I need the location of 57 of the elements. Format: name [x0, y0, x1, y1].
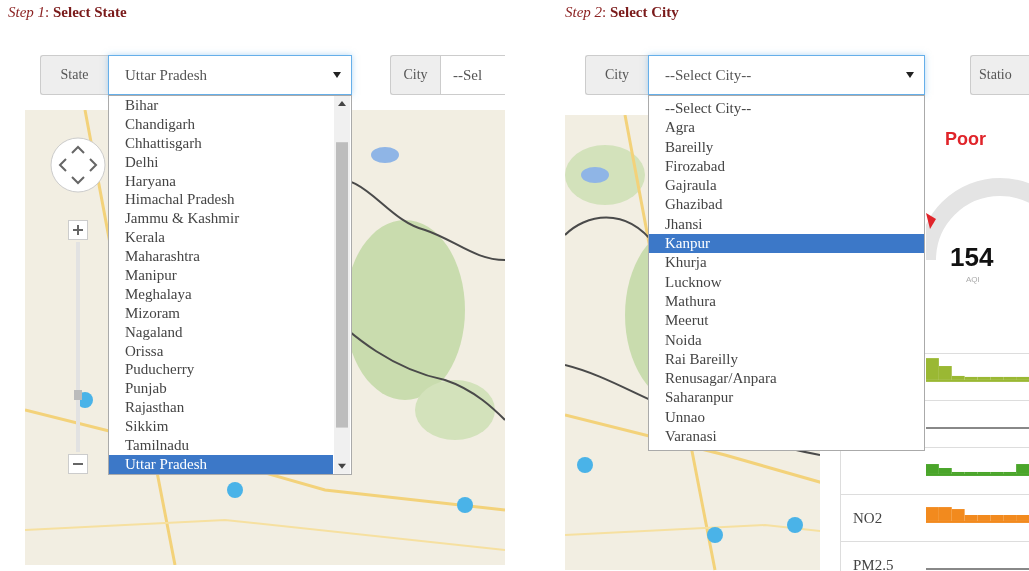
- dropdown-option[interactable]: Himachal Pradesh: [109, 190, 333, 210]
- dropdown-option[interactable]: Saharanpur: [649, 388, 924, 408]
- field-label: City: [390, 55, 440, 95]
- dropdown-option[interactable]: Rai Bareilly: [649, 349, 924, 370]
- pollutant-name: PM2.5: [853, 556, 894, 571]
- dropdown-option[interactable]: Unnao: [649, 407, 924, 428]
- dropdown-option[interactable]: Uttar Pradesh: [109, 454, 333, 474]
- caret-icon: [906, 72, 914, 78]
- dropdown-option[interactable]: Noida: [649, 330, 924, 350]
- dropdown-option[interactable]: Varanasi: [649, 427, 924, 447]
- zoom-in-icon[interactable]: [68, 220, 88, 240]
- dropdown-option[interactable]: Lucknow: [649, 272, 924, 292]
- dropdown-option[interactable]: Punjab: [109, 379, 333, 399]
- dropdown-option[interactable]: Delhi: [109, 152, 333, 172]
- dropdown-option[interactable]: Jhansi: [649, 214, 924, 235]
- dropdown-option[interactable]: Jammu & Kashmir: [109, 209, 333, 229]
- dropdown-option[interactable]: Kanpur: [649, 234, 924, 254]
- dropdown-option[interactable]: Ghazibad: [649, 195, 924, 215]
- dropdown-option[interactable]: Orissa: [109, 341, 333, 361]
- scrollbar[interactable]: [334, 96, 350, 474]
- aqi-value: 154: [950, 242, 994, 273]
- dropdown-option[interactable]: Khurja: [649, 253, 924, 273]
- dropdown-option[interactable]: Firozabad: [649, 156, 924, 177]
- dropdown-option[interactable]: Nagaland: [109, 322, 333, 342]
- dropdown-option[interactable]: Puducherry: [109, 360, 333, 380]
- dropdown-option[interactable]: Meghalaya: [109, 284, 333, 304]
- dropdown-option[interactable]: Tamilnadu: [109, 436, 333, 455]
- field-label: City: [585, 55, 648, 95]
- step-heading: Step 1: Select State: [8, 3, 128, 22]
- dropdown-option[interactable]: Gajraula: [649, 176, 924, 196]
- dropdown-option[interactable]: Agra: [649, 118, 924, 138]
- step-heading: Step 2: Select City: [565, 3, 680, 22]
- dropdown-option[interactable]: Bihar: [109, 96, 333, 115]
- field-label: State: [40, 55, 108, 95]
- dropdown-option[interactable]: Mizoram: [109, 303, 333, 323]
- caret-icon: [333, 72, 341, 78]
- dropdown-option[interactable]: --Select City--: [649, 99, 924, 119]
- dropdown-option[interactable]: Maharashtra: [109, 247, 333, 266]
- dropdown-option[interactable]: Sikkim: [109, 417, 333, 437]
- pollutant-name: NO2: [853, 509, 883, 527]
- dropdown-option[interactable]: Rajasthan: [109, 398, 333, 418]
- pan-control-icon[interactable]: [50, 137, 106, 193]
- aqi-rating: Poor: [945, 129, 986, 150]
- dropdown-option[interactable]: Haryana: [109, 171, 333, 191]
- aqi-unit: AQI: [966, 275, 980, 284]
- dropdown-option[interactable]: Bareilly: [649, 137, 924, 157]
- field-label: Statio: [970, 55, 1029, 95]
- dropdown-select[interactable]: --Sel: [440, 55, 505, 95]
- dropdown-option[interactable]: Kerala: [109, 228, 333, 248]
- dropdown-option[interactable]: Chandigarh: [109, 114, 333, 134]
- dropdown-option[interactable]: Renusagar/Anpara: [649, 369, 924, 389]
- zoom-slider-thumb[interactable]: [74, 390, 82, 400]
- dropdown-option[interactable]: Chhattisgarh: [109, 133, 333, 153]
- dropdown-option[interactable]: Manipur: [109, 266, 333, 285]
- zoom-out-icon[interactable]: [68, 454, 88, 474]
- dropdown-option[interactable]: Meerut: [649, 311, 924, 331]
- dropdown-option[interactable]: Mathura: [649, 291, 924, 312]
